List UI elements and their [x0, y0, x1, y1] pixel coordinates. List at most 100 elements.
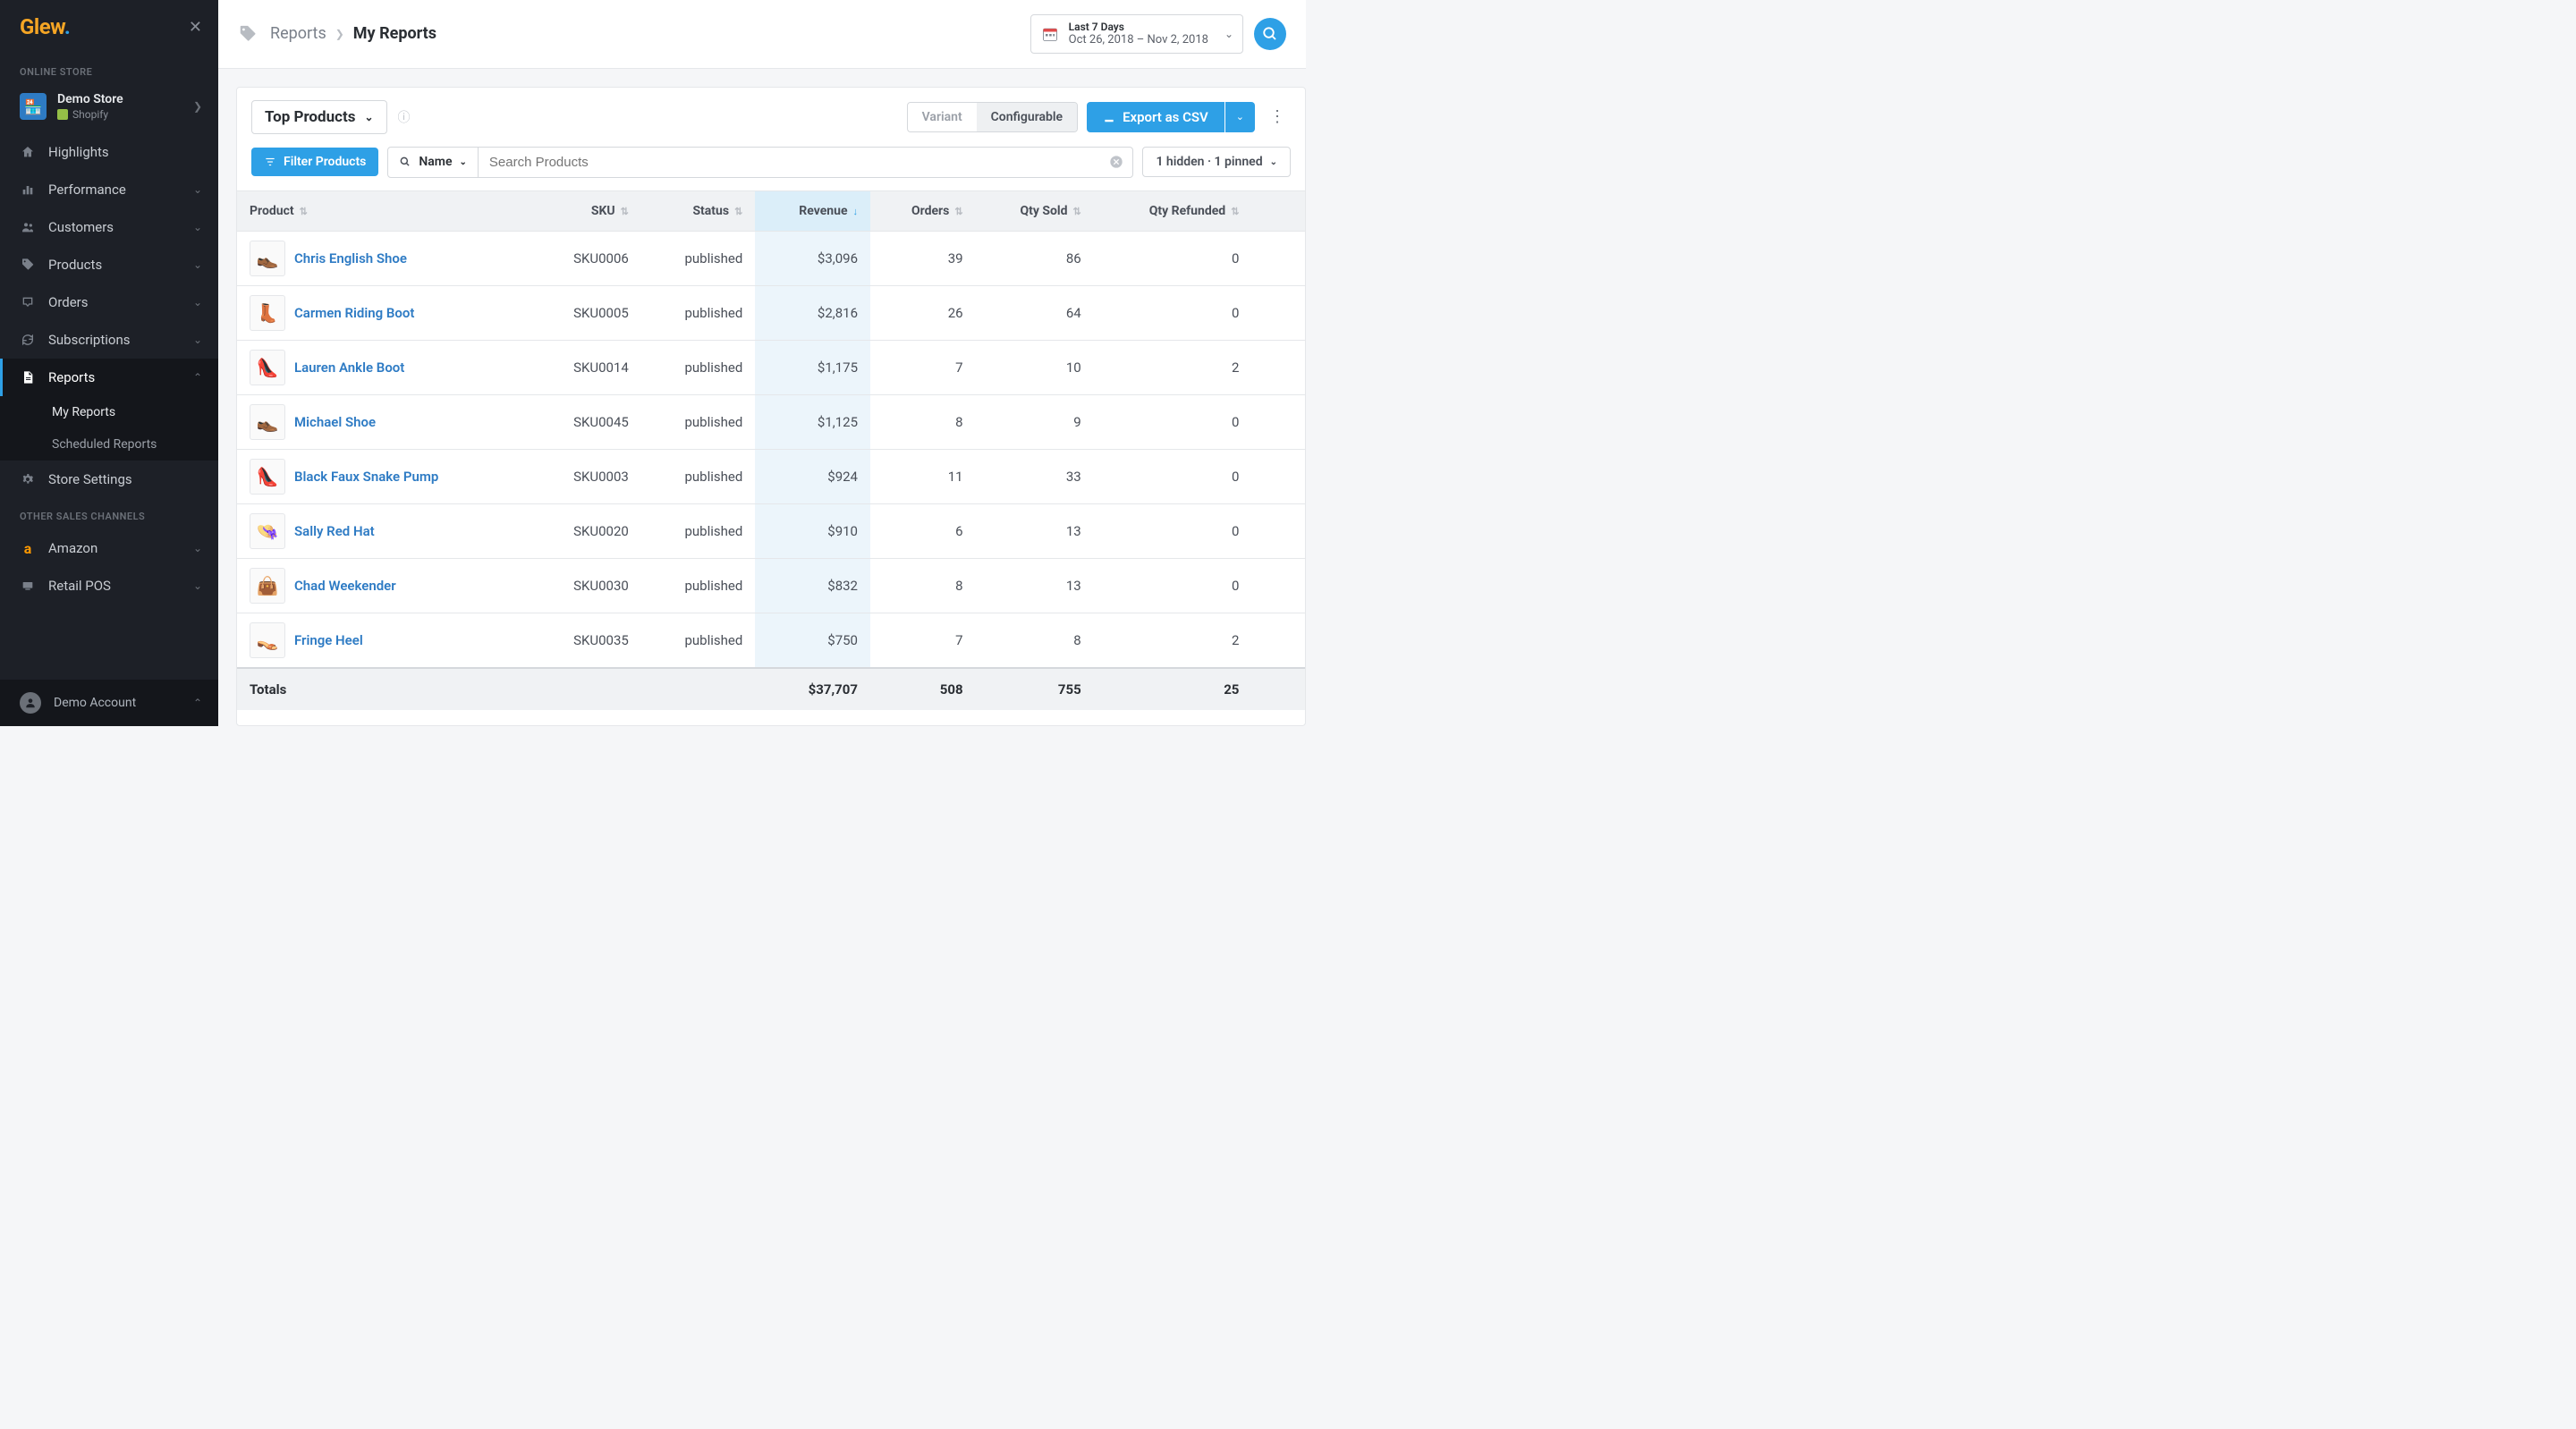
columns-button[interactable]: 1 hidden · 1 pinned ⌄ — [1142, 147, 1291, 177]
product-type-toggle: Variant Configurable — [907, 102, 1078, 132]
cell-status: published — [641, 394, 755, 449]
product-link[interactable]: Black Faux Snake Pump — [294, 469, 438, 485]
clear-search-icon[interactable] — [1100, 148, 1132, 177]
doc-icon — [20, 369, 36, 385]
nav-label: Products — [48, 257, 181, 273]
chevron-up-icon: ⌃ — [193, 371, 202, 384]
column-header[interactable]: Qty Refunded⇅ — [1094, 190, 1252, 231]
cell-qty-sold: 64 — [976, 285, 1094, 340]
subnav-item[interactable]: Scheduled Reports — [0, 428, 218, 461]
column-header[interactable]: Status⇅ — [641, 190, 755, 231]
product-link[interactable]: Lauren Ankle Boot — [294, 359, 404, 376]
breadcrumb: Reports ❯ My Reports — [270, 24, 436, 43]
cell-qty-refunded: 0 — [1094, 503, 1252, 558]
product-link[interactable]: Michael Shoe — [294, 414, 376, 430]
avatar-icon — [20, 692, 41, 714]
gear-icon — [20, 471, 36, 487]
report-panel: Top Products ⌄ ⓘ Variant Configurable Ex… — [236, 87, 1306, 726]
cell-orders: 8 — [870, 394, 976, 449]
totals-label: Totals — [237, 668, 531, 710]
sidebar-item-settings[interactable]: Store Settings — [0, 461, 218, 498]
info-icon[interactable]: ⓘ — [398, 108, 411, 126]
cell-sku: SKU0020 — [531, 503, 641, 558]
sidebar-item-retail-pos[interactable]: Retail POS⌄ — [0, 567, 218, 605]
search-icon — [399, 156, 411, 168]
sort-icon: ⇅ — [734, 206, 742, 217]
product-link[interactable]: Chris English Shoe — [294, 250, 407, 266]
column-header[interactable]: Orders⇅ — [870, 190, 976, 231]
refresh-icon — [20, 332, 36, 348]
cell-qty-refunded: 0 — [1094, 231, 1252, 285]
sidebar-item-highlights[interactable]: Highlights — [0, 133, 218, 171]
amazon-icon: a — [20, 540, 36, 556]
column-header[interactable]: Qty Sold⇅ — [976, 190, 1094, 231]
sidebar-item-orders[interactable]: Orders⌄ — [0, 283, 218, 321]
sort-icon: ⇅ — [954, 206, 962, 217]
cell-qty-sold: 10 — [976, 340, 1094, 394]
product-link[interactable]: Sally Red Hat — [294, 523, 375, 539]
search-button[interactable] — [1254, 18, 1286, 50]
sidebar-item-amazon[interactable]: aAmazon⌄ — [0, 529, 218, 567]
cell-qty-refunded: 2 — [1094, 340, 1252, 394]
column-header[interactable]: Amount Refunded⇅ — [1251, 190, 1305, 231]
export-button[interactable]: Export as CSV — [1087, 102, 1224, 132]
cell-qty-refunded: 2 — [1094, 613, 1252, 668]
cell-orders: 7 — [870, 613, 976, 668]
cell-amt-refunded: $0 — [1251, 394, 1305, 449]
product-link[interactable]: Fringe Heel — [294, 632, 363, 648]
subnav-item[interactable]: My Reports — [0, 396, 218, 428]
cell-revenue: $1,175 — [755, 340, 870, 394]
chevron-right-icon: ❯ — [193, 100, 202, 113]
column-header[interactable]: SKU⇅ — [531, 190, 641, 231]
sidebar-item-products[interactable]: Products ⌄ — [0, 246, 218, 283]
sidebar-item-reports[interactable]: Reports ⌃ — [0, 359, 218, 396]
toggle-configurable[interactable]: Configurable — [977, 103, 1077, 131]
export-dropdown[interactable]: ⌄ — [1225, 102, 1255, 132]
product-link[interactable]: Carmen Riding Boot — [294, 305, 414, 321]
nav-label: Reports — [48, 369, 181, 385]
cell-qty-sold: 8 — [976, 613, 1094, 668]
table-row: 👠Lauren Ankle Boot SKU0014 published $1,… — [237, 340, 1305, 394]
close-sidebar-icon[interactable]: ✕ — [189, 18, 202, 37]
date-range-picker[interactable]: Last 7 Days Oct 26, 2018 – Nov 2, 2018 ⌄ — [1030, 14, 1243, 54]
date-label: Last 7 Days — [1069, 21, 1208, 33]
toggle-variant[interactable]: Variant — [908, 103, 977, 131]
cell-amt-refunded: $75 — [1251, 340, 1305, 394]
table-row: 👡Fringe Heel SKU0035 published $750 7 8 … — [237, 613, 1305, 668]
table-row: 👒Sally Red Hat SKU0020 published $910 6 … — [237, 503, 1305, 558]
table-row: 👠Black Faux Snake Pump SKU0003 published… — [237, 449, 1305, 503]
more-menu-icon[interactable]: ⋮ — [1264, 107, 1291, 126]
filter-button[interactable]: Filter Products — [251, 148, 378, 176]
sidebar-item-subscriptions[interactable]: Subscriptions⌄ — [0, 321, 218, 359]
sort-icon: ⇅ — [621, 206, 629, 217]
column-header[interactable]: Revenue↓ — [755, 190, 870, 231]
bar-icon — [20, 182, 36, 198]
store-icon: 🏪 — [20, 93, 47, 120]
breadcrumb-parent[interactable]: Reports — [270, 24, 326, 43]
account-menu[interactable]: Demo Account ⌃ — [0, 680, 218, 726]
cell-orders: 39 — [870, 231, 976, 285]
cell-amt-refunded: $0 — [1251, 231, 1305, 285]
sidebar-item-performance[interactable]: Performance⌄ — [0, 171, 218, 208]
cell-sku: SKU0003 — [531, 449, 641, 503]
sidebar-item-customers[interactable]: Customers⌄ — [0, 208, 218, 246]
cell-sku: SKU0035 — [531, 613, 641, 668]
cell-amt-refunded: $250 — [1251, 613, 1305, 668]
search-input[interactable] — [479, 148, 1101, 177]
cell-qty-sold: 13 — [976, 503, 1094, 558]
search-field-selector[interactable]: Name ⌄ — [388, 148, 479, 177]
cell-status: published — [641, 231, 755, 285]
chevron-down-icon: ⌄ — [193, 542, 202, 554]
report-selector[interactable]: Top Products ⌄ — [251, 100, 387, 134]
nav-label: Retail POS — [48, 578, 181, 594]
store-selector[interactable]: 🏪 Demo Store Shopify ❯ — [0, 85, 218, 133]
cell-status: published — [641, 613, 755, 668]
report-name: Top Products — [265, 108, 355, 126]
chevron-down-icon: ⌄ — [1270, 157, 1277, 167]
cell-status: published — [641, 558, 755, 613]
product-link[interactable]: Chad Weekender — [294, 578, 396, 594]
totals-amt-refunded: $1,546 — [1251, 668, 1305, 710]
totals-revenue: $37,707 — [755, 668, 870, 710]
chevron-down-icon: ⌄ — [193, 258, 202, 271]
column-header[interactable]: Product⇅ — [237, 190, 531, 231]
